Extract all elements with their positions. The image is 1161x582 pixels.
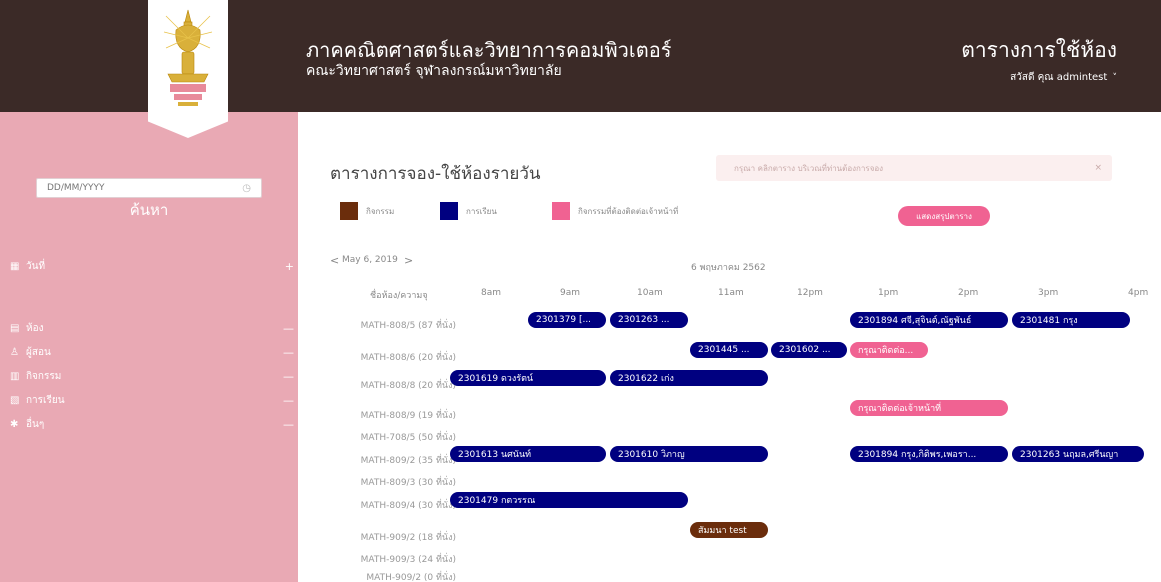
user-greeting: สวัสดี คุณ admintest: [1010, 72, 1108, 83]
thai-date: 6 พฤษภาคม 2562: [691, 263, 766, 273]
legend-label: การเรียน: [466, 206, 497, 216]
room-label: MATH-808/6 (20 ที่นั่ง): [360, 353, 456, 363]
booking-event[interactable]: 2301894 กรุง,กิติพร,เพอรา...: [850, 446, 1008, 462]
university-emblem-icon: [163, 9, 213, 106]
calendar-picker-icon[interactable]: ◷: [242, 183, 251, 194]
filter-room[interactable]: ▤ ห้อง —: [10, 318, 294, 338]
booking-event[interactable]: 2301613 นศนันท์: [450, 446, 606, 462]
legend-swatch: [552, 202, 570, 220]
book-icon: ▧: [10, 394, 20, 406]
booking-event[interactable]: 2301619 ดวงรัตน์: [450, 370, 606, 386]
chevron-down-icon: ˅: [1112, 73, 1118, 83]
booking-event[interactable]: กรุณาติดต่อเจ้าหน้าที่: [850, 400, 1008, 416]
minus-icon[interactable]: —: [280, 322, 294, 335]
room-label: MATH-808/8 (20 ที่นั่ง): [360, 381, 456, 391]
search-title: ค้นหา: [129, 201, 169, 219]
page-title: ตารางการจอง-ใช้ห้องรายวัน: [330, 164, 541, 184]
instruction-banner: กรุณา คลิกตาราง บริเวณที่ท่านต้องการจอง …: [716, 155, 1112, 181]
legend-class: การเรียน: [440, 202, 497, 220]
booking-event[interactable]: 2301445 ...: [690, 342, 768, 358]
grid-icon: ▤: [10, 322, 20, 334]
legend-activity: กิจกรรม: [340, 202, 394, 220]
room-label: MATH-809/2 (35 ที่นั่ง): [360, 456, 456, 466]
filter-instructor[interactable]: ♙ ผู้สอน —: [10, 342, 294, 362]
room-column-header: ชื่อห้อง/ความจุ: [370, 291, 428, 301]
room-label: MATH-909/3 (24 ที่นั่ง): [360, 555, 456, 565]
room-label: MATH-909/2 (0 ที่นั่ง): [366, 573, 456, 582]
filter-other[interactable]: ✱ อื่นๆ —: [10, 414, 294, 434]
filter-label: การเรียน: [26, 394, 65, 406]
filter-date[interactable]: ▦ วันที่ +: [10, 256, 294, 276]
booking-event[interactable]: 2301263 ...: [610, 312, 688, 328]
show-summary-button[interactable]: แสดงสรุปตาราง: [898, 206, 990, 226]
user-icon: ♙: [10, 346, 19, 358]
close-icon[interactable]: ×: [1094, 163, 1102, 173]
booking-event[interactable]: สัมมนา test: [690, 522, 768, 538]
time-12pm: 12pm: [797, 288, 823, 298]
next-day-button[interactable]: >: [404, 254, 413, 267]
booking-event[interactable]: 2301263 นฤมล,ศรีนญา: [1012, 446, 1144, 462]
time-1pm: 1pm: [878, 288, 899, 298]
booking-event[interactable]: 2301481 กรุง: [1012, 312, 1130, 328]
more-icon: ✱: [10, 418, 19, 430]
time-9am: 9am: [560, 288, 581, 298]
legend-swatch: [440, 202, 458, 220]
booking-event[interactable]: 2301610 วิภาญ: [610, 446, 768, 462]
room-label: MATH-909/2 (18 ที่นั่ง): [360, 533, 456, 543]
current-date: May 6, 2019: [342, 255, 398, 265]
filter-label: กิจกรรม: [26, 370, 62, 382]
room-label: MATH-708/5 (50 ที่นั่ง): [360, 433, 456, 443]
filter-label: วันที่: [26, 260, 46, 272]
minus-icon[interactable]: —: [280, 418, 294, 431]
room-label: MATH-809/4 (30 ที่นั่ง): [360, 501, 456, 511]
filter-activity[interactable]: ▥ กิจกรรม —: [10, 366, 294, 386]
booking-event[interactable]: 2301379 [...: [528, 312, 606, 328]
filter-label: ห้อง: [26, 322, 44, 334]
legend-label: กิจกรรม: [366, 206, 395, 216]
filter-label: อื่นๆ: [26, 418, 45, 430]
activity-icon: ▥: [10, 370, 20, 382]
booking-event[interactable]: 2301622 เก่ง: [610, 370, 768, 386]
booking-event[interactable]: 2301602 ...: [771, 342, 847, 358]
time-3pm: 3pm: [1038, 288, 1059, 298]
legend-contact-staff: กิจกรรมที่ต้องติดต่อเจ้าหน้าที่: [552, 202, 678, 220]
time-10am: 10am: [637, 288, 663, 298]
minus-icon[interactable]: —: [280, 394, 294, 407]
time-11am: 11am: [718, 288, 744, 298]
prev-day-button[interactable]: <: [330, 254, 339, 267]
time-4pm: 4pm: [1128, 288, 1149, 298]
minus-icon[interactable]: —: [280, 370, 294, 383]
booking-event[interactable]: 2301894 ศจี,สุจินต์,ณัฐพันธ์: [850, 312, 1008, 328]
time-2pm: 2pm: [958, 288, 979, 298]
plus-icon[interactable]: +: [280, 260, 294, 273]
room-label: MATH-809/3 (30 ที่นั่ง): [360, 478, 456, 488]
legend-label: กิจกรรมที่ต้องติดต่อเจ้าหน้าที่: [578, 206, 679, 216]
calendar-icon: ▦: [10, 260, 20, 272]
logo-tab[interactable]: [148, 0, 228, 138]
room-label: MATH-808/9 (19 ที่นั่ง): [360, 411, 456, 421]
filter-class[interactable]: ▧ การเรียน —: [10, 390, 294, 410]
instruction-text: กรุณา คลิกตาราง บริเวณที่ท่านต้องการจอง: [734, 163, 884, 173]
legend-swatch: [340, 202, 358, 220]
filter-label: ผู้สอน: [26, 346, 51, 358]
date-input-wrapper[interactable]: ◷: [36, 178, 262, 198]
app-title: ตารางการใช้ห้อง: [961, 38, 1117, 62]
room-label: MATH-808/5 (87 ที่นั่ง): [360, 321, 456, 331]
booking-event[interactable]: กรุณาติดต่อ...: [850, 342, 928, 358]
booking-event[interactable]: 2301479 กตวรรณ: [450, 492, 688, 508]
time-8am: 8am: [481, 288, 502, 298]
user-menu[interactable]: สวัสดี คุณ admintest ˅: [1010, 70, 1117, 85]
date-input[interactable]: [47, 183, 243, 193]
faculty-subtitle: คณะวิทยาศาสตร์ จุฬาลงกรณ์มหาวิทยาลัย: [306, 63, 562, 79]
minus-icon[interactable]: —: [280, 346, 294, 359]
